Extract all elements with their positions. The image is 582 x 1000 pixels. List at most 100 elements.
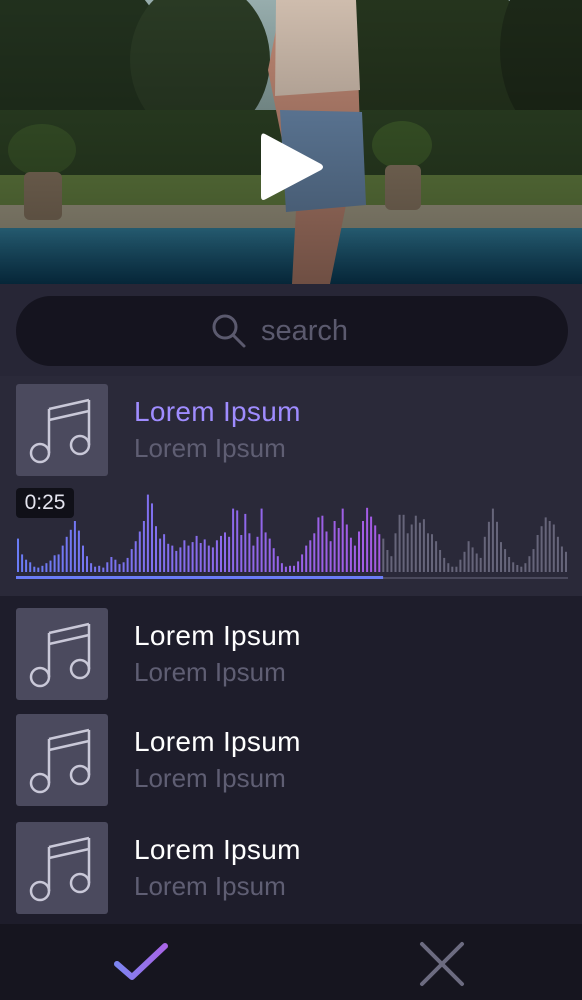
waveform-bar: [138, 531, 141, 572]
waveform-bar: [118, 564, 121, 572]
waveform-bar: [171, 545, 174, 572]
waveform-bar: [142, 521, 145, 572]
waveform-bar: [94, 566, 97, 572]
list-item[interactable]: Lorem Ipsum Lorem Ipsum: [0, 604, 582, 704]
waveform-bar: [114, 559, 117, 572]
waveform-bar: [280, 563, 283, 572]
play-icon[interactable]: [259, 130, 325, 204]
waveform-bar: [301, 554, 304, 572]
waveform-bar: [17, 538, 19, 572]
music-note-icon: [29, 836, 91, 902]
waveform-bar: [402, 514, 405, 572]
close-icon[interactable]: [416, 938, 468, 990]
waveform-bar: [378, 534, 381, 572]
waveform-bar: [560, 546, 563, 572]
waveform-bar: [353, 545, 356, 572]
waveform-bar: [309, 540, 312, 572]
waveform-bar: [195, 535, 198, 572]
check-icon[interactable]: [112, 940, 170, 986]
waveform-bar: [207, 545, 210, 572]
search-input[interactable]: [259, 313, 373, 349]
waveform-bar: [179, 547, 182, 572]
track-subtitle: Lorem Ipsum: [134, 763, 286, 793]
search-box[interactable]: [16, 296, 568, 366]
music-note-icon: [29, 398, 91, 464]
waveform-bar: [284, 566, 287, 572]
waveform-bar: [272, 548, 275, 572]
waveform-bar: [98, 565, 101, 572]
waveform-bar: [49, 560, 52, 572]
waveform-bar: [293, 565, 295, 572]
waveform-bar: [110, 557, 113, 572]
video-preview[interactable]: [0, 0, 582, 284]
waveform-bar: [536, 535, 539, 572]
waveform-bar: [25, 559, 28, 572]
waveform-bar: [82, 545, 84, 572]
waveform-bar: [297, 561, 300, 572]
waveform-bar: [512, 562, 515, 572]
waveform-bar: [199, 543, 202, 572]
waveform-bar: [146, 494, 149, 572]
waveform-bar: [53, 555, 56, 572]
waveform-bar: [386, 550, 389, 572]
waveform-bar: [524, 563, 527, 572]
waveform-bar: [122, 562, 125, 572]
waveform-bar: [491, 508, 494, 572]
waveform-bar: [341, 508, 344, 572]
waveform-bar: [224, 532, 226, 572]
waveform-bar: [471, 547, 474, 572]
waveform-bar: [240, 535, 243, 572]
waveform-bar: [431, 534, 433, 572]
waveform-bar: [268, 538, 271, 572]
waveform[interactable]: [16, 478, 568, 582]
waveform-bar: [565, 551, 567, 572]
waveform-bar: [236, 510, 239, 572]
list-item[interactable]: Lorem Ipsum Lorem Ipsum: [0, 710, 582, 810]
waveform-bar: [548, 521, 551, 572]
waveform-bar: [187, 545, 190, 572]
waveform-bar: [106, 562, 109, 572]
waveform-bar: [151, 503, 153, 572]
waveform-bar: [487, 521, 490, 572]
bottom-action-bar: [0, 924, 582, 1000]
waveform-bar: [256, 536, 259, 572]
search-icon: [212, 314, 246, 348]
waveform-bar: [159, 538, 162, 572]
waveform-bar: [329, 541, 332, 572]
list-item[interactable]: Lorem Ipsum Lorem Ipsum: [0, 818, 582, 918]
waveform-bar: [552, 524, 555, 572]
waveform-bar: [520, 566, 523, 572]
waveform-bar: [516, 565, 519, 572]
track-subtitle: Lorem Ipsum: [134, 657, 286, 687]
waveform-bar: [264, 532, 267, 572]
waveform-bar: [390, 556, 393, 572]
waveform-bar: [459, 559, 462, 572]
selected-track-subtitle: Lorem Ipsum: [134, 433, 286, 463]
waveform-bar: [374, 525, 377, 572]
waveform-bar: [483, 536, 486, 572]
waveform-bar: [366, 507, 369, 572]
waveform-bar: [232, 508, 235, 572]
waveform-bar: [463, 551, 466, 572]
waveform-bar: [358, 531, 360, 572]
waveform-bar: [215, 540, 218, 572]
waveform-bar: [90, 563, 93, 572]
waveform-bar: [317, 517, 320, 572]
waveform-bar: [382, 538, 385, 572]
track-title: Lorem Ipsum: [134, 726, 301, 757]
waveform-bar: [86, 556, 88, 572]
waveform-bar: [163, 534, 166, 572]
waveform-bar: [45, 563, 48, 572]
waveform-bar: [228, 536, 231, 572]
waveform-bar: [289, 565, 291, 572]
waveform-bar: [532, 549, 535, 572]
track-thumbnail: [16, 714, 108, 806]
waveform-bar: [313, 533, 316, 572]
waveform-bar: [126, 557, 129, 572]
waveform-bar: [57, 554, 60, 572]
waveform-bar: [508, 557, 511, 572]
waveform-bar: [33, 566, 36, 572]
track-title: Lorem Ipsum: [134, 620, 301, 651]
waveform-bar: [435, 541, 438, 572]
waveform-bar: [211, 547, 214, 572]
